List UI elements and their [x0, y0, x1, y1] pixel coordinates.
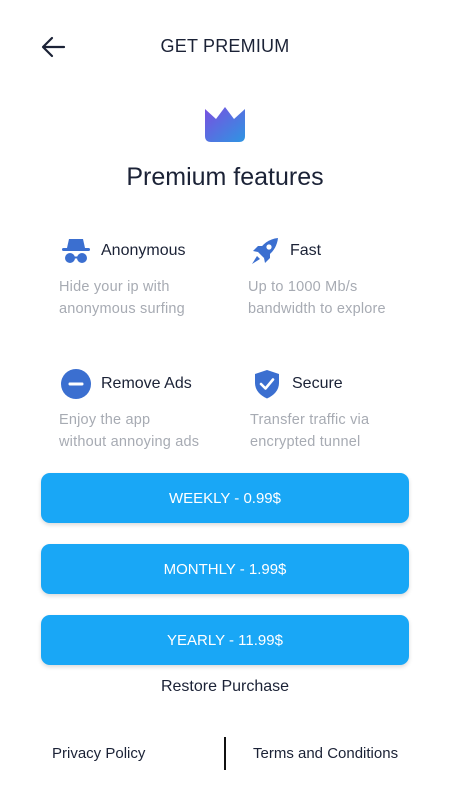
monthly-plan-button[interactable]: MONTHLY - 1.99$: [41, 544, 409, 594]
footer-divider: [224, 737, 226, 770]
feature-fast: Fast Up to 1000 Mb/s bandwidth to explor…: [248, 234, 448, 320]
feature-description: Enjoy the app without annoying ads: [59, 412, 200, 450]
feature-title: Fast: [290, 242, 322, 259]
feature-title: Remove Ads: [101, 375, 192, 392]
feature-description: Hide your ip with anonymous surfing: [59, 279, 185, 317]
top-bar: GET PREMIUM: [0, 0, 450, 95]
feature-description: Up to 1000 Mb/s bandwidth to explore: [248, 279, 386, 317]
weekly-plan-button[interactable]: WEEKLY - 0.99$: [41, 473, 409, 523]
page-title: GET PREMIUM: [160, 36, 290, 56]
privacy-policy-link[interactable]: Privacy Policy: [52, 745, 145, 762]
crown-icon: [203, 104, 247, 144]
feature-title: Secure: [292, 375, 343, 392]
terms-and-conditions-link[interactable]: Terms and Conditions: [253, 745, 398, 762]
feature-anonymous: Anonymous Hide your ip with anonymous su…: [59, 234, 259, 320]
premium-features-heading: Premium features: [126, 163, 324, 191]
feature-secure: Secure Transfer traffic via encrypted tu…: [250, 367, 450, 453]
feature-title: Anonymous: [101, 242, 186, 259]
yearly-plan-button[interactable]: YEARLY - 11.99$: [41, 615, 409, 665]
feature-remove-ads: Remove Ads Enjoy the app without annoyin…: [59, 367, 259, 453]
feature-description: Transfer traffic via encrypted tunnel: [250, 412, 370, 450]
incognito-icon: [59, 234, 93, 268]
shield-check-icon: [250, 367, 284, 401]
rocket-icon: [248, 234, 282, 268]
restore-purchase-link[interactable]: Restore Purchase: [0, 678, 450, 696]
minus-circle-icon: [59, 367, 93, 401]
